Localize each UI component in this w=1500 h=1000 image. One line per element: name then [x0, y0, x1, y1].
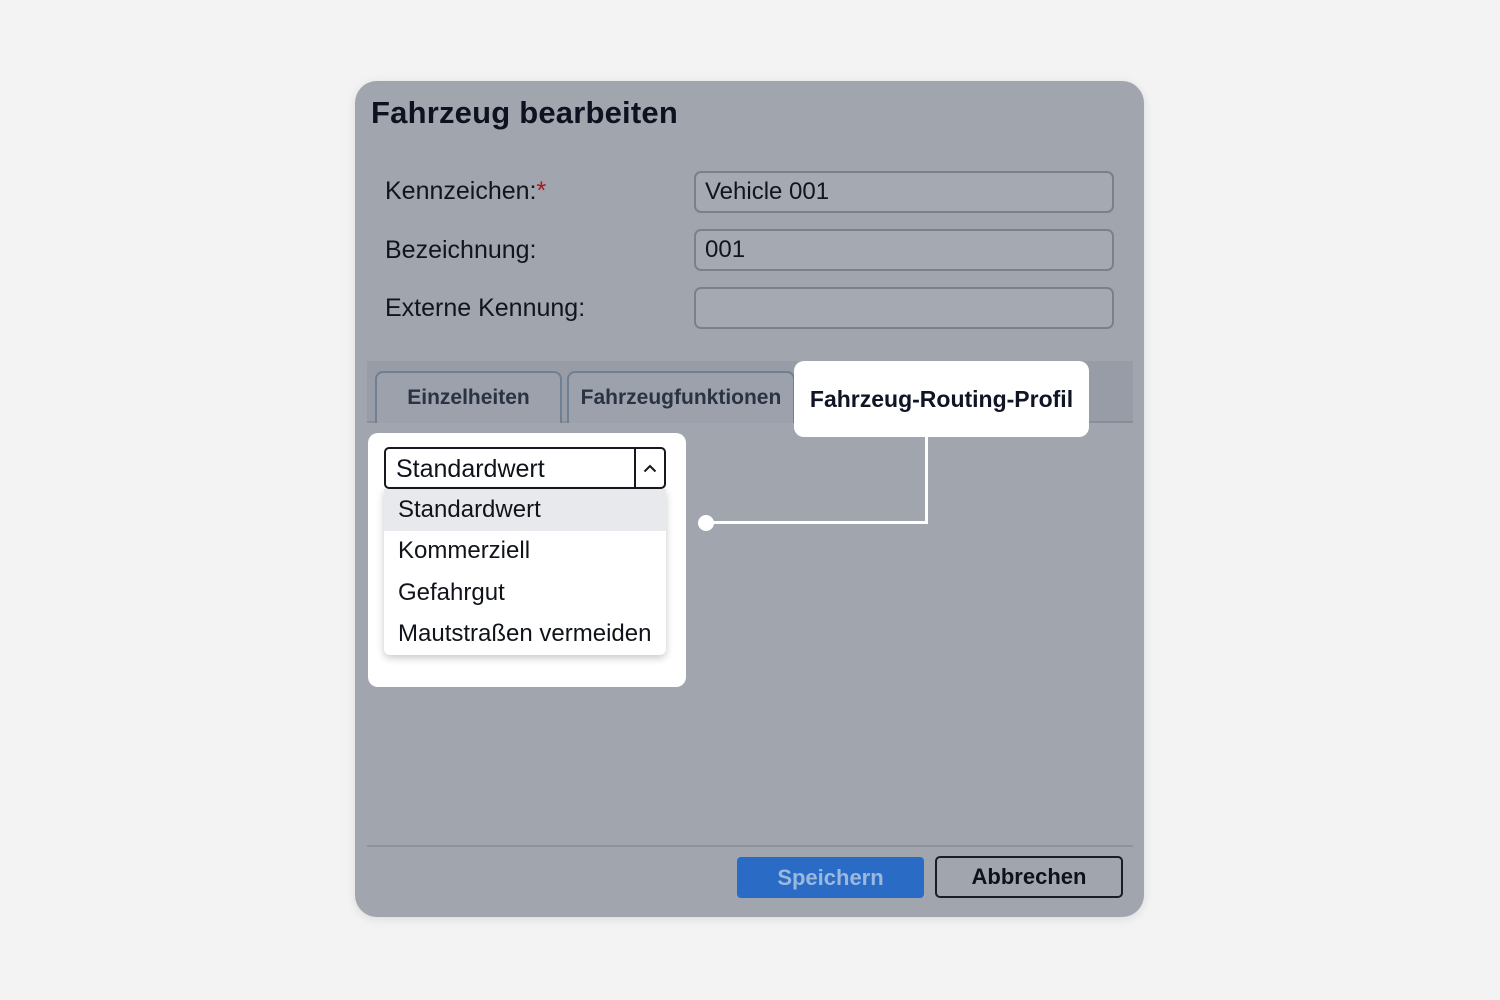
- designation-label: Bezeichnung:: [385, 236, 537, 264]
- external-id-input[interactable]: [694, 287, 1114, 329]
- callout-connector-vertical: [925, 437, 928, 524]
- tab-vehicle-routing-profile[interactable]: Fahrzeug-Routing-Profil: [794, 361, 1089, 437]
- callout-dot: [698, 515, 714, 531]
- designation-input[interactable]: [694, 229, 1114, 271]
- footer-divider: [367, 845, 1133, 847]
- callout-connector-horizontal: [707, 521, 928, 524]
- external-id-label: Externe Kennung:: [385, 294, 586, 322]
- tab-details[interactable]: Einzelheiten: [375, 371, 562, 423]
- save-button[interactable]: Speichern: [737, 857, 924, 898]
- routing-profile-selected-value: Standardwert: [396, 455, 545, 483]
- routing-profile-select[interactable]: Standardwert: [384, 447, 666, 489]
- option-standard[interactable]: Standardwert: [384, 489, 666, 531]
- routing-profile-highlight: Standardwert Standardwert Kommerziell Ge…: [368, 433, 686, 687]
- option-commercial[interactable]: Kommerziell: [384, 531, 666, 573]
- dialog-title: Fahrzeug bearbeiten: [371, 95, 678, 130]
- option-hazardous-goods[interactable]: Gefahrgut: [384, 572, 666, 614]
- chevron-up-icon[interactable]: [636, 449, 664, 487]
- required-marker: *: [536, 177, 547, 205]
- routing-profile-options: Standardwert Kommerziell Gefahrgut Mauts…: [384, 489, 666, 655]
- license-plate-label: Kennzeichen:*: [385, 177, 547, 205]
- option-avoid-tolls[interactable]: Mautstraßen vermeiden: [384, 614, 666, 656]
- license-plate-input[interactable]: [694, 171, 1114, 213]
- tab-vehicle-functions[interactable]: Fahrzeugfunktionen: [567, 371, 795, 423]
- edit-vehicle-dialog: Fahrzeug bearbeiten Kennzeichen:* Bezeic…: [355, 81, 1144, 917]
- cancel-button[interactable]: Abbrechen: [935, 856, 1123, 898]
